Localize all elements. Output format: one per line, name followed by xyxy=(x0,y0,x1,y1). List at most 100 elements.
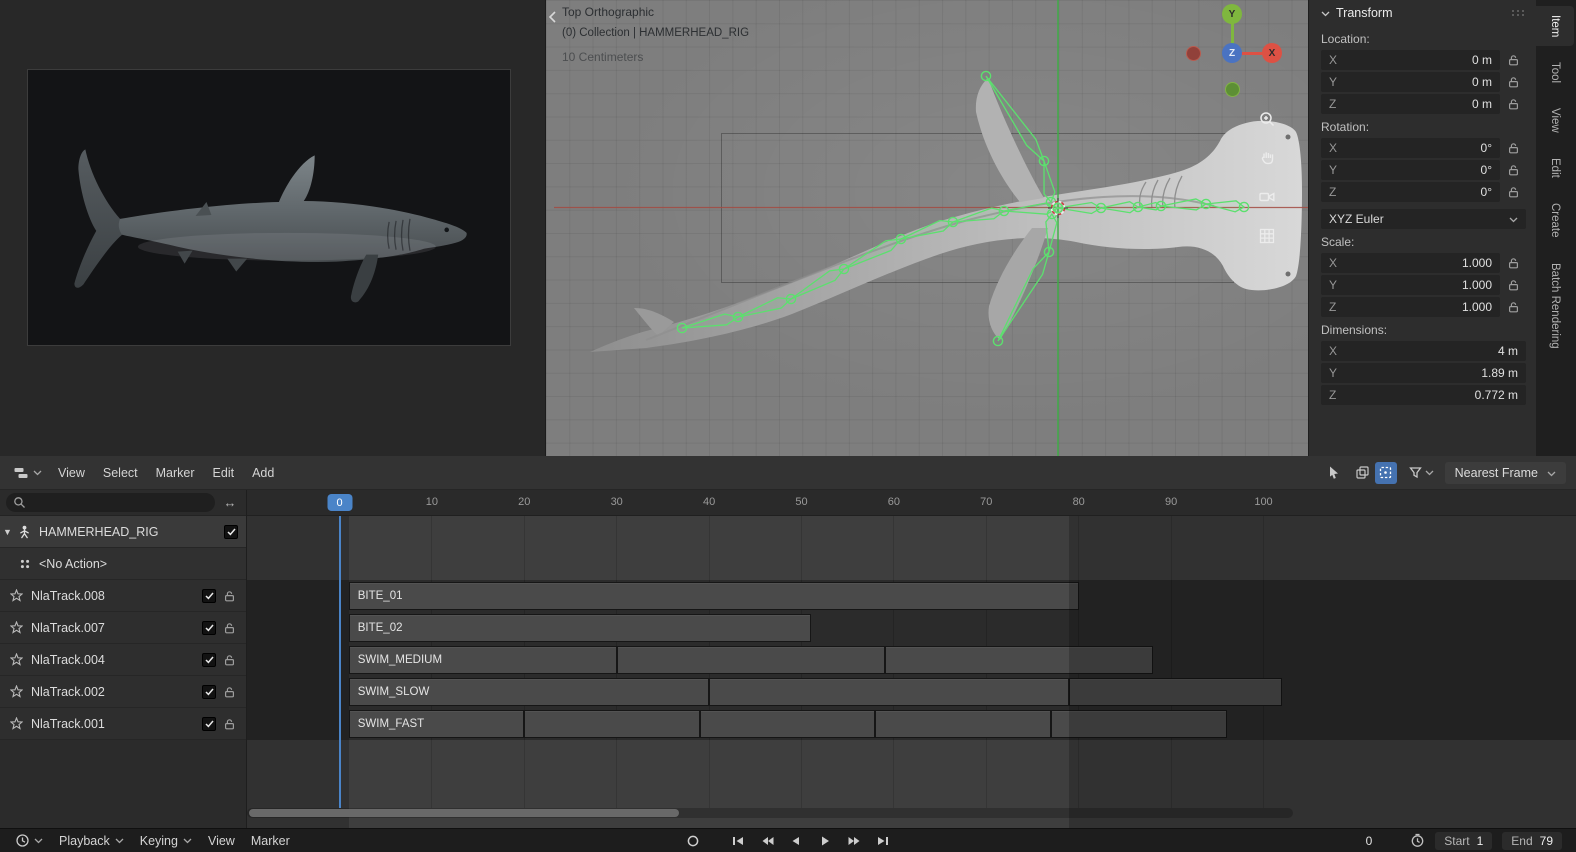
transform-field-z[interactable]: Z 0 m xyxy=(1321,94,1500,114)
region-collapse-arrow[interactable] xyxy=(546,8,558,26)
statusbar-menu-playback[interactable]: Playback xyxy=(51,829,132,852)
disclosure-triangle-icon[interactable]: ▼ xyxy=(0,527,15,537)
channel-nlatrack-002[interactable]: NlaTrack.002 xyxy=(0,676,246,708)
transform-field-z[interactable]: Z 0° xyxy=(1321,182,1500,202)
gizmo-axis-x[interactable]: X xyxy=(1262,43,1282,63)
camera-icon[interactable] xyxy=(1254,184,1280,210)
auto-key-record-button[interactable] xyxy=(680,832,706,850)
tab-tool[interactable]: Tool xyxy=(1536,53,1574,92)
nla-menu-edit[interactable]: Edit xyxy=(204,456,244,490)
lock-open-icon[interactable] xyxy=(1500,76,1526,88)
tab-edit[interactable]: Edit xyxy=(1536,149,1574,187)
render-preview-panel[interactable] xyxy=(0,0,546,456)
jump-to-start-button[interactable] xyxy=(725,832,751,850)
only-selected-icon[interactable] xyxy=(1374,461,1397,484)
solo-star-icon[interactable] xyxy=(7,589,26,602)
lock-open-icon[interactable] xyxy=(1500,301,1526,313)
panel-title[interactable]: Transform xyxy=(1336,6,1393,20)
lock-open-icon[interactable] xyxy=(220,654,238,666)
lock-open-icon[interactable] xyxy=(1500,279,1526,291)
channel-nlatrack-004[interactable]: NlaTrack.004 xyxy=(0,644,246,676)
play-button[interactable] xyxy=(812,832,838,850)
nla-strip[interactable] xyxy=(616,646,885,674)
nla-strip[interactable] xyxy=(875,710,1051,738)
statusbar-menu-marker[interactable]: Marker xyxy=(243,829,298,852)
viewport-3d[interactable]: Top Orthographic (0) Collection | HAMMER… xyxy=(546,0,1308,456)
solo-star-icon[interactable] xyxy=(7,621,26,634)
nla-menu-marker[interactable]: Marker xyxy=(147,456,204,490)
next-keyframe-button[interactable] xyxy=(841,832,867,850)
mute-checkbox[interactable] xyxy=(202,716,216,731)
rotation-mode-dropdown[interactable]: XYZ Euler xyxy=(1321,209,1526,229)
editor-type-button[interactable] xyxy=(8,830,50,851)
nla-strip[interactable] xyxy=(1069,678,1282,706)
previous-keyframe-button[interactable] xyxy=(754,832,780,850)
lock-open-icon[interactable] xyxy=(1500,54,1526,66)
playhead-line[interactable] xyxy=(338,516,341,808)
navigation-gizmo[interactable]: Y X Z xyxy=(1182,2,1286,102)
transform-field-x[interactable]: X 0 m xyxy=(1321,50,1500,70)
channel-nlatrack-007[interactable]: NlaTrack.007 xyxy=(0,612,246,644)
cursor-select-icon[interactable] xyxy=(1323,462,1345,484)
transform-field-y[interactable]: Y 0 m xyxy=(1321,72,1500,92)
mute-checkbox[interactable] xyxy=(202,652,216,667)
frame-start-field[interactable]: Start 1 xyxy=(1435,831,1493,850)
nla-strip[interactable] xyxy=(524,710,700,738)
playhead-badge[interactable]: 0 xyxy=(327,494,352,511)
statusbar-menu-view[interactable]: View xyxy=(200,829,243,852)
transform-field-z[interactable]: Z 0.772 m xyxy=(1321,385,1526,405)
nla-menu-view[interactable]: View xyxy=(49,456,94,490)
nla-strip[interactable] xyxy=(709,678,1070,706)
timeline-ruler[interactable]: 0 10 20 30 40 50 60 70 80 90 100 xyxy=(247,490,1576,516)
solo-star-icon[interactable] xyxy=(7,685,26,698)
snap-mode-dropdown[interactable]: Nearest Frame xyxy=(1444,461,1566,484)
frame-end-field[interactable]: End 79 xyxy=(1502,831,1562,850)
gizmo-axis-z[interactable]: Z xyxy=(1222,43,1242,63)
gizmo-axis-neg-x[interactable] xyxy=(1186,46,1201,61)
channel-nlatrack-008[interactable]: NlaTrack.008 xyxy=(0,580,246,612)
nla-strip[interactable] xyxy=(1050,710,1227,738)
transform-field-x[interactable]: X 1.000 xyxy=(1321,253,1500,273)
solo-star-icon[interactable] xyxy=(7,653,26,666)
tab-create[interactable]: Create xyxy=(1536,194,1574,247)
channel-hammerhead-rig[interactable]: ▼ HAMMERHEAD_RIG xyxy=(0,516,246,548)
tab-item[interactable]: Item xyxy=(1536,6,1574,47)
chevron-down-icon[interactable] xyxy=(1321,6,1330,20)
gizmo-axis-neg-y[interactable] xyxy=(1225,82,1240,97)
lock-open-icon[interactable] xyxy=(220,718,238,730)
mute-checkbox[interactable] xyxy=(202,620,216,635)
horizontal-scrollbar[interactable] xyxy=(247,808,1293,818)
pan-hand-icon[interactable] xyxy=(1254,145,1280,171)
nla-strip[interactable]: SWIM_FAST xyxy=(348,710,525,738)
lock-open-icon[interactable] xyxy=(1500,186,1526,198)
transform-field-z[interactable]: Z 1.000 xyxy=(1321,297,1500,317)
channel-no-action[interactable]: <No Action> xyxy=(0,548,246,580)
transform-field-y[interactable]: Y 0° xyxy=(1321,160,1500,180)
search-input[interactable] xyxy=(6,493,215,512)
show-hidden-icon[interactable] xyxy=(1352,462,1374,484)
play-reverse-button[interactable] xyxy=(783,832,809,850)
gizmo-axis-y[interactable]: Y xyxy=(1222,4,1242,24)
enable-checkbox[interactable] xyxy=(224,524,238,539)
jump-to-end-button[interactable] xyxy=(870,832,896,850)
nla-strip[interactable]: SWIM_MEDIUM xyxy=(348,646,617,674)
current-frame-display[interactable]: 0 xyxy=(1332,834,1373,848)
transform-field-y[interactable]: Y 1.000 xyxy=(1321,275,1500,295)
channel-nlatrack-001[interactable]: NlaTrack.001 xyxy=(0,708,246,740)
lock-open-icon[interactable] xyxy=(220,622,238,634)
tab-batch-rendering[interactable]: Batch Rendering xyxy=(1536,254,1574,358)
timeline-area[interactable]: 0 10 20 30 40 50 60 70 80 90 100 BITE_01 BITE_02 SW… xyxy=(247,490,1576,828)
lock-open-icon[interactable] xyxy=(1500,164,1526,176)
statusbar-menu-keying[interactable]: Keying xyxy=(132,829,200,852)
transform-field-x[interactable]: X 4 m xyxy=(1321,341,1526,361)
scrollbar-thumb[interactable] xyxy=(249,809,679,817)
nla-menu-add[interactable]: Add xyxy=(243,456,283,490)
expand-width-icon[interactable]: ↔ xyxy=(220,495,240,510)
filter-funnel-icon[interactable] xyxy=(1404,462,1438,484)
nla-strip[interactable]: BITE_01 xyxy=(348,582,1079,610)
solo-star-icon[interactable] xyxy=(7,717,26,730)
mute-checkbox[interactable] xyxy=(202,684,216,699)
nla-strip[interactable]: SWIM_SLOW xyxy=(348,678,710,706)
tab-view[interactable]: View xyxy=(1536,99,1574,142)
lock-open-icon[interactable] xyxy=(1500,257,1526,269)
